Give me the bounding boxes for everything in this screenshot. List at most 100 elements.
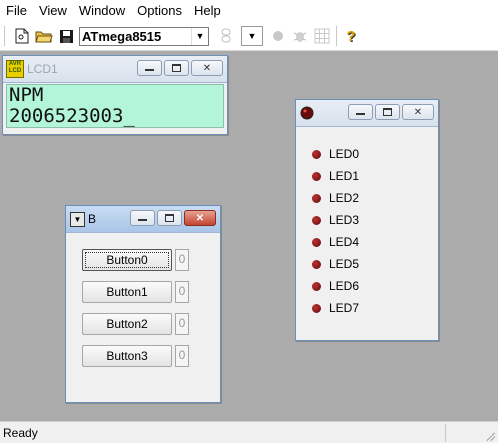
led-label: LED4 (329, 235, 360, 249)
seven-segment-icon[interactable] (215, 25, 237, 47)
push-button-3[interactable]: Button3 (82, 345, 172, 367)
led-list: LED0 LED1 LED2 LED3 LED4 LED5 LED6 LED7 (312, 143, 359, 319)
system-menu-button[interactable]: ▼ (70, 211, 85, 227)
led-label: LED3 (329, 213, 360, 227)
lcd-window: AVR LCD LCD1 ✕ NPM 2006523003_ (2, 55, 228, 135)
led-caption-buttons: ✕ (348, 104, 434, 120)
avr-lcd-icon: AVR LCD (6, 60, 24, 78)
lcd-window-title: LCD1 (27, 62, 58, 76)
led-indicator-icon (312, 149, 321, 159)
led-label: LED5 (329, 257, 360, 271)
press-count-field: 0 (175, 345, 189, 367)
menu-view[interactable]: View (33, 0, 73, 22)
button-titlebar[interactable]: ▼ B ✕ (66, 206, 220, 233)
led-label: LED0 (329, 147, 360, 161)
led-item: LED6 (312, 275, 359, 297)
push-button-1[interactable]: Button1 (82, 281, 172, 303)
lcd-caption-buttons: ✕ (137, 60, 223, 76)
close-icon: ✕ (202, 62, 212, 74)
bug-icon[interactable] (289, 25, 311, 47)
close-button[interactable]: ✕ (191, 60, 223, 76)
button-window: ▼ B ✕ Button0 0 Button1 0 Button2 0 Button3 0 (65, 205, 221, 403)
led-item: LED2 (312, 187, 359, 209)
menu-bar: File View Window Options Help (0, 0, 498, 22)
toolbar-grip (4, 26, 5, 46)
avr-badge-bottom: LCD (8, 68, 22, 74)
maximize-icon (172, 64, 181, 72)
led-item: LED4 (312, 231, 359, 253)
menu-window[interactable]: Window (73, 0, 131, 22)
push-button-2[interactable]: Button2 (82, 313, 172, 335)
button-window-title: B (88, 212, 97, 226)
button-row: Button2 0 (82, 313, 189, 335)
grid-icon[interactable] (311, 25, 333, 47)
led-indicator-icon (312, 281, 321, 291)
help-glyph: ? (346, 27, 356, 45)
led-indicator-icon (312, 303, 321, 313)
status-text: Ready (3, 425, 38, 440)
status-bar: Ready (0, 421, 498, 443)
minimize-icon (356, 113, 365, 115)
press-count-field: 0 (175, 313, 189, 335)
led-window: ✕ LED0 LED1 LED2 LED3 LED4 LED5 LED6 LED7 (295, 99, 439, 341)
maximize-icon (165, 214, 174, 222)
open-folder-icon[interactable] (33, 25, 55, 47)
led-window-icon (299, 105, 315, 121)
led-indicator-icon (312, 171, 321, 181)
led-icon[interactable] (267, 25, 289, 47)
menu-help[interactable]: Help (188, 0, 227, 22)
avr-badge-top: AVR (8, 61, 22, 67)
led-label: LED6 (329, 279, 360, 293)
lcd-line-1: NPM (9, 84, 44, 106)
lcd-line-2: 2006523003_ (9, 105, 135, 127)
minimize-icon (145, 69, 154, 71)
menu-file[interactable]: File (0, 0, 33, 22)
maximize-button[interactable] (164, 60, 189, 76)
minimize-icon (138, 219, 147, 221)
led-label: LED1 (329, 169, 360, 183)
close-button[interactable]: ✕ (402, 104, 434, 120)
help-icon[interactable]: ? (340, 25, 362, 47)
toolbar-separator (336, 26, 337, 46)
button-row: Button0 0 (82, 249, 189, 271)
led-item: LED5 (312, 253, 359, 275)
device-select[interactable]: ATmega8515 ▼ (79, 26, 209, 46)
led-label: LED7 (329, 301, 360, 315)
maximize-button[interactable] (375, 104, 400, 120)
close-icon: ✕ (195, 212, 205, 224)
press-count-field: 0 (175, 281, 189, 303)
button-row: Button3 0 (82, 345, 189, 367)
save-icon[interactable] (55, 25, 77, 47)
led-item: LED7 (312, 297, 359, 319)
segment-dropdown[interactable]: ▼ (241, 26, 263, 46)
maximize-button[interactable] (157, 210, 182, 226)
minimize-button[interactable] (348, 104, 373, 120)
toolbar: ATmega8515 ▼ ▼ ? (0, 22, 498, 51)
lcd-display: NPM 2006523003_ (6, 84, 224, 128)
menu-options[interactable]: Options (131, 0, 188, 22)
chevron-down-icon: ▼ (73, 214, 82, 224)
new-file-icon[interactable] (11, 25, 33, 47)
chevron-down-icon[interactable]: ▼ (191, 27, 208, 45)
led-indicator-icon (312, 259, 321, 269)
lcd-titlebar[interactable]: AVR LCD LCD1 ✕ (3, 56, 227, 83)
led-titlebar[interactable]: ✕ (296, 100, 438, 127)
led-item: LED1 (312, 165, 359, 187)
mdi-workspace: AVR LCD LCD1 ✕ NPM 2006523003_ ✕ LED0 LE… (0, 51, 498, 421)
led-indicator-icon (312, 193, 321, 203)
close-button[interactable]: ✕ (184, 210, 216, 226)
close-icon: ✕ (413, 106, 423, 118)
led-item: LED0 (312, 143, 359, 165)
maximize-icon (383, 108, 392, 116)
chevron-down-icon: ▼ (247, 31, 257, 41)
button-row: Button1 0 (82, 281, 189, 303)
minimize-button[interactable] (130, 210, 155, 226)
led-item: LED3 (312, 209, 359, 231)
minimize-button[interactable] (137, 60, 162, 76)
led-label: LED2 (329, 191, 360, 205)
device-select-value: ATmega8515 (82, 28, 162, 44)
led-indicator-icon (312, 215, 321, 225)
push-button-0[interactable]: Button0 (82, 249, 172, 271)
button-caption-buttons: ✕ (130, 210, 216, 226)
resize-grip[interactable] (445, 424, 498, 442)
